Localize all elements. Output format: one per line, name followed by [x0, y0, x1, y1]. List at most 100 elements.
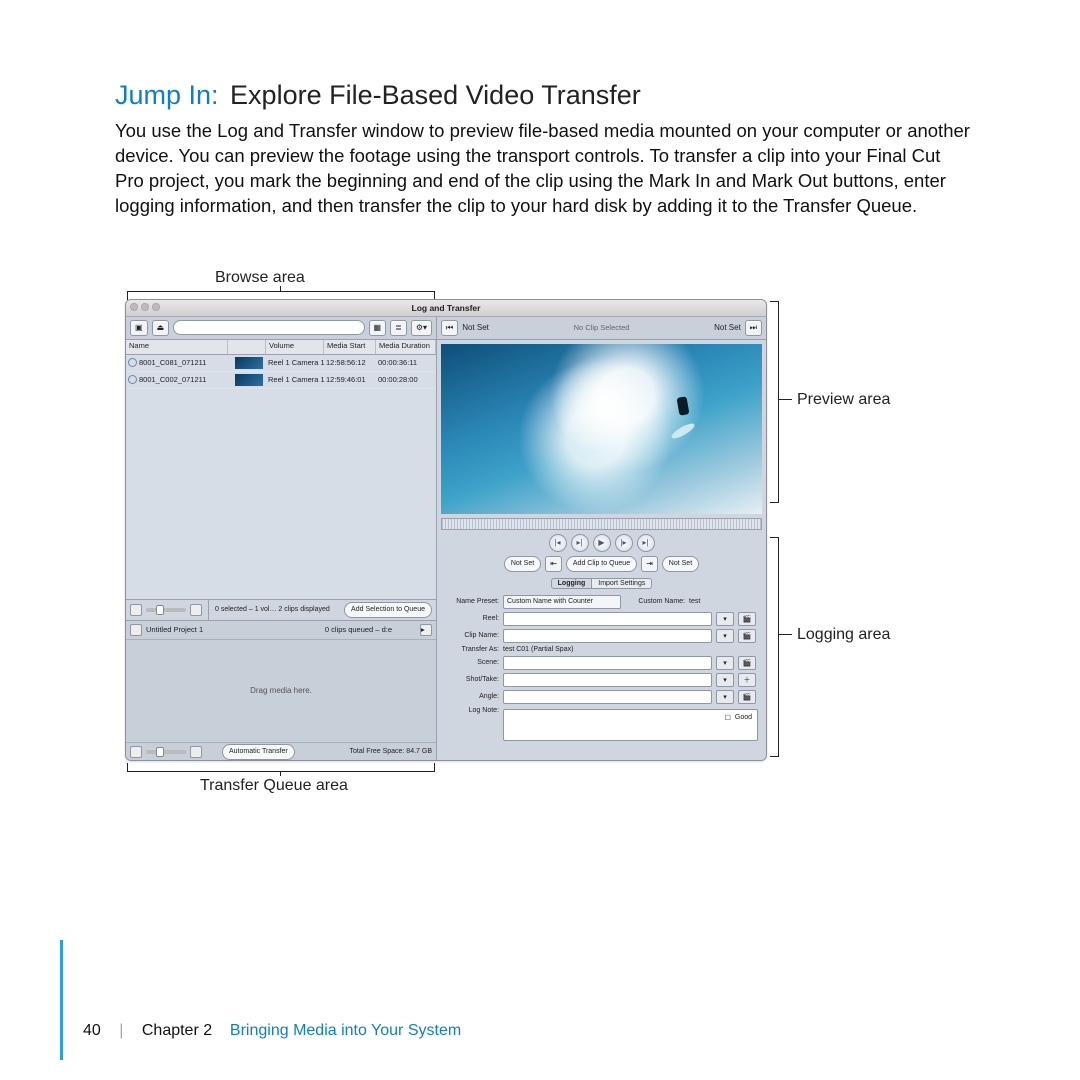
- browse-list: 8001_C081_071211 Reel 1 Camera 1 12:58:5…: [126, 355, 436, 599]
- thumb-size-slider[interactable]: [146, 608, 186, 612]
- mark-out-button[interactable]: ⇥: [641, 556, 658, 572]
- eject-volume-button[interactable]: ⏏: [152, 320, 170, 336]
- thumb-size-min-icon[interactable]: [130, 604, 142, 616]
- slate-icon[interactable]: 🎬: [738, 629, 756, 643]
- chapter-label: Chapter 2: [142, 1022, 212, 1039]
- callout-logging: Logging area: [797, 626, 890, 644]
- clip-name-display: No Clip Selected: [493, 323, 710, 332]
- slate-icon[interactable]: 🎬: [738, 612, 756, 626]
- add-clip-button[interactable]: Add Clip to Queue: [566, 556, 637, 572]
- heading-prefix: Jump In:: [115, 80, 219, 110]
- search-input[interactable]: [173, 320, 364, 335]
- slate-icon[interactable]: 🎬: [738, 656, 756, 670]
- in-point-tc: Not Set: [462, 323, 489, 332]
- bracket-preview: [770, 301, 779, 503]
- in-point-icon[interactable]: ⏮: [441, 320, 458, 336]
- dropdown-icon[interactable]: ▾: [716, 673, 734, 687]
- custom-name-value: test: [689, 598, 700, 605]
- lognote-field[interactable]: [503, 709, 758, 741]
- callout-browse: Browse area: [215, 269, 305, 287]
- section-heading: Jump In: Explore File-Based Video Transf…: [115, 80, 970, 111]
- dropdown-icon[interactable]: ▾: [716, 656, 734, 670]
- browse-toolbar: ▣ ⏏ ▦ ≣ ⚙▾: [126, 317, 436, 340]
- browse-footer: 0 selected – 1 vol… 2 clips displayed Ad…: [126, 599, 436, 620]
- transfer-status-icon: [128, 358, 137, 367]
- traffic-lights[interactable]: [130, 303, 160, 311]
- angle-label: Angle:: [447, 693, 499, 700]
- mark-in-button[interactable]: ⇤: [545, 556, 562, 572]
- scene-field[interactable]: [503, 656, 712, 670]
- browse-status: 0 selected – 1 vol… 2 clips displayed: [215, 606, 330, 613]
- reel-field[interactable]: [503, 612, 712, 626]
- inc-icon[interactable]: ＋: [738, 673, 756, 687]
- transfer-as-value: test C01 (Partial Spax): [503, 646, 573, 653]
- thumb-view-button[interactable]: ▦: [369, 320, 387, 336]
- scrubber-bar[interactable]: [441, 518, 762, 530]
- name-preset-select[interactable]: Custom Name with Counter: [503, 595, 621, 609]
- slate-icon[interactable]: 🎬: [738, 690, 756, 704]
- out-not-set: Not Set: [662, 556, 699, 572]
- out-point-tc: Not Set: [714, 323, 741, 332]
- page-number: 40: [83, 1022, 101, 1039]
- dropdown-icon[interactable]: ▾: [716, 612, 734, 626]
- play-button[interactable]: ▶: [593, 534, 611, 552]
- name-preset-label: Name Preset:: [447, 598, 499, 605]
- list-item[interactable]: 8001_C081_071211 Reel 1 Camera 1 12:58:5…: [126, 355, 436, 372]
- clipname-field[interactable]: [503, 629, 712, 643]
- transfer-mode-button[interactable]: Automatic Transfer: [222, 744, 295, 760]
- col-media-start[interactable]: Media Start: [324, 340, 376, 354]
- logging-form: Name Preset: Custom Name with Counter Cu…: [441, 595, 762, 731]
- col-name[interactable]: Name: [126, 340, 228, 354]
- thumb-small-icon[interactable]: [130, 746, 142, 758]
- bracket-queue: [127, 763, 435, 772]
- bracket-logging: [770, 537, 779, 757]
- transfer-as-label: Transfer As:: [447, 646, 499, 653]
- chapter-title: Bringing Media into Your System: [230, 1022, 461, 1039]
- callout-preview: Preview area: [797, 391, 890, 409]
- add-volume-button[interactable]: ▣: [130, 320, 148, 336]
- queue-thumb-slider[interactable]: [146, 750, 186, 754]
- angle-field[interactable]: [503, 690, 712, 704]
- browse-column-header: Name Volume Media Start Media Duration: [126, 340, 436, 355]
- custom-name-label: Custom Name:: [625, 598, 685, 605]
- preview-video: [441, 344, 762, 514]
- in-not-set: Not Set: [504, 556, 541, 572]
- clip-thumbnail: [235, 357, 263, 369]
- heading-rest: Explore File-Based Video Transfer: [223, 80, 641, 110]
- play-around-button[interactable]: |▸: [615, 534, 633, 552]
- gear-icon[interactable]: ⚙▾: [411, 320, 432, 336]
- transfer-queue: Untitled Project 1 0 clips queued – d:e …: [126, 620, 436, 761]
- tab-logging[interactable]: Logging: [551, 578, 593, 589]
- out-point-icon[interactable]: ⏭: [745, 320, 762, 336]
- good-checkbox-label[interactable]: Good: [735, 714, 752, 721]
- thumb-large-icon[interactable]: [190, 746, 202, 758]
- transfer-status-icon: [128, 375, 137, 384]
- shot-field[interactable]: [503, 673, 712, 687]
- go-to-out-button[interactable]: ▸|: [637, 534, 655, 552]
- add-selection-button[interactable]: Add Selection to Queue: [344, 602, 432, 618]
- play-in-to-out-button[interactable]: ▸|: [571, 534, 589, 552]
- list-view-button[interactable]: ≣: [390, 320, 407, 336]
- page-footer: 40 | Chapter 2 Bringing Media into Your …: [0, 1022, 1080, 1040]
- body-paragraph: You use the Log and Transfer window to p…: [115, 119, 970, 219]
- transport-controls: |◂ ▸| ▶ |▸ ▸|: [441, 534, 762, 552]
- thumb-size-max-icon[interactable]: [190, 604, 202, 616]
- footer-accent-bar: [60, 940, 63, 1060]
- dropdown-icon[interactable]: ▾: [716, 690, 734, 704]
- list-item[interactable]: 8001_C002_071211 Reel 1 Camera 1 12:59:4…: [126, 372, 436, 389]
- queue-drop-zone[interactable]: Drag media here.: [126, 640, 436, 742]
- scene-label: Scene:: [447, 659, 499, 666]
- play-queue-button[interactable]: ▸: [420, 624, 432, 636]
- tab-import-settings[interactable]: Import Settings: [592, 578, 652, 589]
- free-space-label: Total Free Space: 84.7 GB: [350, 748, 433, 755]
- queue-status: 0 clips queued – d:e: [325, 625, 392, 634]
- go-to-in-button[interactable]: |◂: [549, 534, 567, 552]
- callout-queue: Transfer Queue area: [200, 777, 348, 795]
- dropdown-icon[interactable]: ▾: [716, 629, 734, 643]
- reel-label: Reel:: [447, 615, 499, 622]
- col-media-duration[interactable]: Media Duration: [376, 340, 436, 354]
- shot-label: Shot/Take:: [447, 676, 499, 683]
- window-titlebar: Log and Transfer: [126, 300, 766, 317]
- window-title: Log and Transfer: [412, 303, 481, 313]
- col-volume[interactable]: Volume: [266, 340, 324, 354]
